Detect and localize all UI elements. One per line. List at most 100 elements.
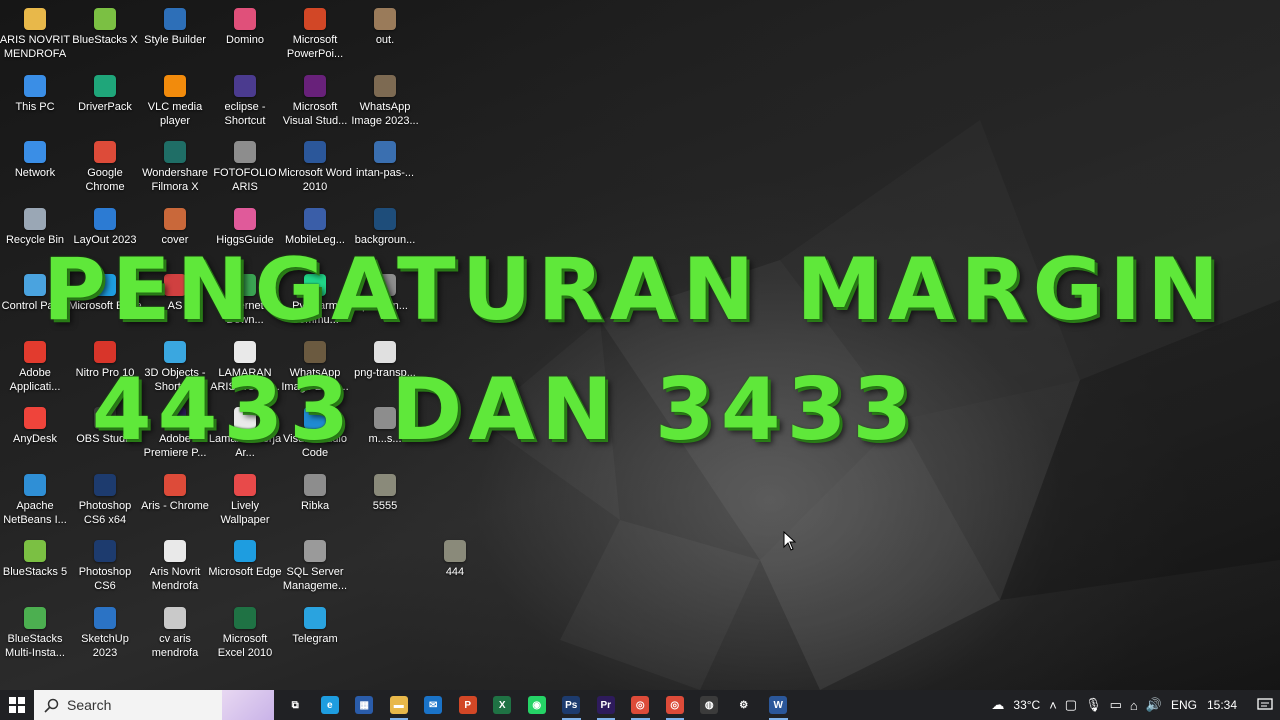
desktop-icon[interactable]: BlueStacks X: [70, 4, 140, 70]
network-icon[interactable]: ⌂: [1130, 698, 1138, 713]
folder-icon: ▬: [389, 696, 408, 714]
taskbar-app-photoshop[interactable]: Ps: [554, 690, 589, 720]
network-icon: [24, 141, 46, 163]
headline-line2: 4433 DAN 3433: [91, 360, 919, 460]
desktop-icon[interactable]: Photoshop CS6 x64: [70, 470, 140, 536]
desktop-icon[interactable]: VLC media player: [140, 71, 210, 137]
computer-icon: [24, 75, 46, 97]
taskbar-app-chrome-2[interactable]: ◎: [658, 690, 693, 720]
taskbar-app-powerpoint[interactable]: P: [451, 690, 486, 720]
document-image-icon: [164, 607, 186, 629]
desktop-icon-label: out.: [375, 34, 395, 46]
desktop-icon-label: Photoshop CS6 x64: [78, 500, 132, 526]
desktop-icon[interactable]: Network: [0, 137, 70, 203]
meet-now-icon[interactable]: ▢: [1065, 697, 1077, 713]
desktop-icon[interactable]: DriverPack: [70, 71, 140, 137]
desktop-icon[interactable]: 5555: [350, 470, 420, 536]
desktop-icon[interactable]: Lively Wallpaper: [210, 470, 280, 536]
taskbar-app-settings[interactable]: ⚙: [727, 690, 762, 720]
desktop-icon-label: Lively Wallpaper: [220, 500, 270, 526]
taskbar-app-store[interactable]: ▦: [347, 690, 382, 720]
desktop-icon[interactable]: WhatsApp Image 2023...: [350, 71, 420, 137]
desktop-icon[interactable]: intan-pas-...: [350, 137, 420, 203]
desktop-icon[interactable]: Aris Novrit Mendrofa: [140, 536, 210, 602]
desktop-icon[interactable]: Google Chrome: [70, 137, 140, 203]
desktop-icon[interactable]: Microsoft Visual Stud...: [280, 71, 350, 137]
word-icon: [304, 141, 326, 163]
taskbar-app-premiere[interactable]: Pr: [589, 690, 624, 720]
chrome-icon: [94, 141, 116, 163]
taskbar-search-box[interactable]: Search: [34, 690, 274, 720]
taskbar: Search ⧉ e ▦ ▬ ✉ P X ◉ Ps Pr ◎ ◎ ◍ ⚙ W ☁ 33°C ˄ ▢ 🎙 ▭ …: [0, 690, 1280, 720]
desktop-icon-label: Microsoft Word 2010: [278, 167, 352, 193]
visual-studio-icon: [304, 75, 326, 97]
weather-icon[interactable]: ☁: [991, 697, 1004, 713]
desktop-icon-label: 5555: [372, 500, 398, 512]
search-placeholder: Search: [67, 697, 112, 713]
desktop-icon-label: Apache NetBeans I...: [3, 500, 67, 526]
language-indicator[interactable]: ENG: [1171, 698, 1197, 712]
desktop-icon[interactable]: cv aris mendrofa: [140, 603, 210, 669]
desktop-icon[interactable]: BlueStacks Multi-Insta...: [0, 603, 70, 669]
desktop-icon[interactable]: Microsoft Edge: [208, 536, 282, 602]
desktop-icon[interactable]: FOTOFOLIO ARIS: [210, 137, 280, 203]
volume-icon[interactable]: 🔊: [1146, 697, 1162, 713]
desktop-icon[interactable]: Domino: [210, 4, 280, 70]
taskbar-app-whatsapp[interactable]: ◉: [520, 690, 555, 720]
desktop-icon[interactable]: Photoshop CS6: [70, 536, 140, 602]
desktop-icon[interactable]: Telegram: [280, 603, 350, 669]
taskbar-app-obs[interactable]: ◍: [692, 690, 727, 720]
whatsapp-icon: ◉: [527, 696, 546, 714]
taskbar-app-mail[interactable]: ✉: [416, 690, 451, 720]
desktop-icon[interactable]: SketchUp 2023: [70, 603, 140, 669]
desktop-icon-label: Wondershare Filmora X: [142, 167, 208, 193]
taskbar-app-edge[interactable]: e: [313, 690, 348, 720]
start-button[interactable]: [0, 690, 34, 720]
microphone-icon[interactable]: 🎙: [1085, 697, 1102, 713]
desktop-icon-label: Ribka: [300, 500, 330, 512]
netbeans-icon: [24, 474, 46, 496]
filmora-icon: [164, 141, 186, 163]
desktop-icon-label: SQL Server Manageme...: [282, 566, 348, 592]
eclipse-icon: [234, 75, 256, 97]
taskbar-app-task-view[interactable]: ⧉: [278, 690, 313, 720]
desktop-icon-label: Microsoft Excel 2010: [217, 633, 273, 659]
weather-temp[interactable]: 33°C: [1013, 698, 1040, 712]
desktop-icon[interactable]: Microsoft Word 2010: [278, 137, 352, 203]
desktop-icon[interactable]: Wondershare Filmora X: [140, 137, 210, 203]
vlc-icon: [164, 75, 186, 97]
desktop-icon[interactable]: BlueStacks 5: [0, 536, 70, 602]
chevron-up-icon[interactable]: ˄: [1049, 698, 1057, 713]
task-view-icon: ⧉: [286, 696, 305, 714]
powerpoint-icon: [304, 8, 326, 30]
taskbar-app-word[interactable]: W: [761, 690, 796, 720]
edge-icon: e: [320, 696, 339, 714]
higgs-icon: [234, 208, 256, 230]
image-icon: [374, 474, 396, 496]
document-icon: [164, 540, 186, 562]
desktop-icon[interactable]: Ribka: [280, 470, 350, 536]
desktop-icon[interactable]: Microsoft PowerPoi...: [280, 4, 350, 70]
notification-center-icon[interactable]: [1250, 690, 1280, 720]
battery-icon[interactable]: ▭: [1110, 697, 1122, 713]
desktop-icon[interactable]: eclipse - Shortcut: [210, 71, 280, 137]
desktop-icon[interactable]: ARIS NOVRIT MENDROFA: [0, 4, 70, 70]
desktop-icon[interactable]: Aris - Chrome: [140, 470, 210, 536]
desktop-icon-label: WhatsApp Image 2023...: [351, 101, 419, 127]
taskbar-app-excel[interactable]: X: [485, 690, 520, 720]
desktop-icon[interactable]: Microsoft Excel 2010: [210, 603, 280, 669]
desktop-icon-label: intan-pas-...: [355, 167, 415, 179]
desktop[interactable]: ARIS NOVRIT MENDROFA This PC Network Recycl…: [0, 0, 1280, 690]
clock-time[interactable]: 15:34: [1207, 698, 1237, 712]
taskbar-app-file-explorer[interactable]: ▬: [382, 690, 417, 720]
desktop-icon[interactable]: This PC: [0, 71, 70, 137]
desktop-icon[interactable]: Style Builder: [140, 4, 210, 70]
desktop-icon[interactable]: 444: [420, 536, 490, 602]
game-icon: [304, 208, 326, 230]
sketchup-icon: [94, 607, 116, 629]
desktop-icon[interactable]: SQL Server Manageme...: [280, 536, 350, 602]
desktop-icon[interactable]: out.: [350, 4, 420, 70]
style-builder-icon: [164, 8, 186, 30]
taskbar-app-chrome[interactable]: ◎: [623, 690, 658, 720]
desktop-icon[interactable]: Apache NetBeans I...: [0, 470, 70, 536]
